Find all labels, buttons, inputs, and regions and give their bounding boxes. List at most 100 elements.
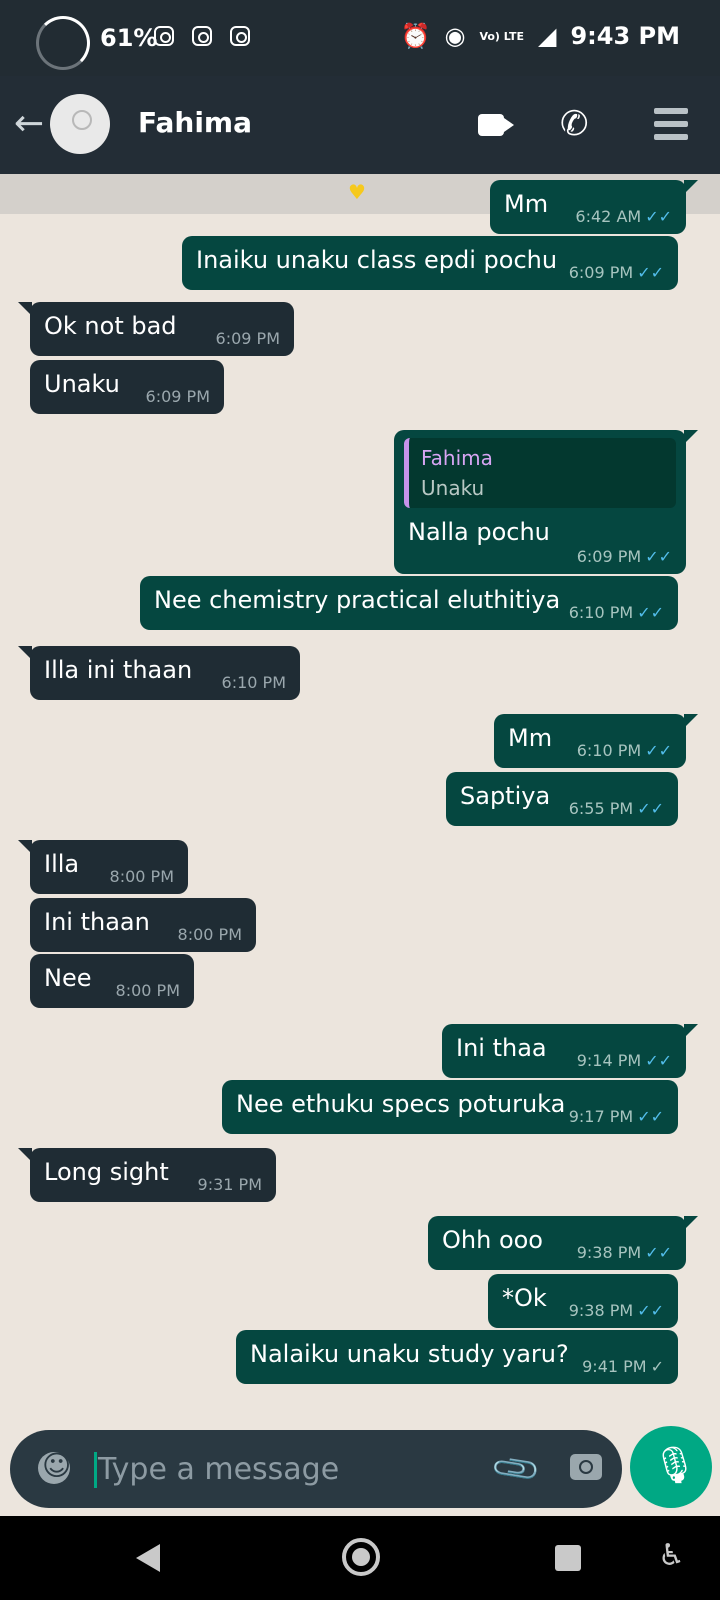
outgoing-message[interactable]: Fahima Unaku Nalla pochu 6:09 PM ✓✓	[394, 430, 698, 574]
outgoing-message[interactable]: Ohh ooo 9:38 PM ✓✓	[428, 1216, 698, 1270]
status-bar: 61% ⏰ ◉ Vo) LTE ◢ 9:43 PM	[0, 0, 720, 76]
outgoing-message[interactable]: Nee ethuku specs poturuka 9:17 PM ✓✓	[222, 1080, 678, 1134]
heart-icon: ♥	[348, 180, 366, 204]
incoming-message[interactable]: Illa 8:00 PM	[18, 840, 188, 894]
message-text: *Ok	[502, 1284, 547, 1312]
attach-icon[interactable]: 📎	[488, 1442, 543, 1497]
contact-name[interactable]: Fahima	[138, 106, 252, 139]
timestamp: 9:38 PM	[568, 1301, 634, 1320]
text-caret	[94, 1452, 97, 1488]
clock: 9:43 PM	[570, 22, 680, 50]
message-text: Nalla pochu	[408, 518, 550, 546]
message-time: 9:41 PM ✓	[582, 1357, 664, 1376]
timestamp: 6:09 PM	[576, 547, 642, 566]
nav-recents-button[interactable]	[555, 1545, 581, 1571]
message-text: Mm	[504, 190, 549, 218]
incoming-message[interactable]: Ok not bad 6:09 PM	[18, 302, 294, 356]
timestamp: 8:00 PM	[115, 981, 180, 1000]
timestamp: 6:10 PM	[568, 603, 634, 622]
timestamp: 6:10 PM	[576, 741, 642, 760]
nav-back-button[interactable]	[136, 1544, 160, 1572]
message-text: Ok not bad	[44, 312, 177, 340]
outgoing-message[interactable]: Saptiya 6:55 PM ✓✓	[446, 772, 678, 826]
message-time: 6:09 PM	[146, 387, 210, 406]
quoted-text: Unaku	[421, 476, 485, 500]
message-time: 9:31 PM	[198, 1175, 262, 1194]
chat-header: ← Fahima ✆	[0, 76, 720, 174]
message-time: 9:38 PM ✓✓	[577, 1243, 672, 1262]
incoming-message[interactable]: Illa ini thaan 6:10 PM	[18, 646, 300, 700]
video-call-icon[interactable]	[478, 114, 504, 136]
double-tick-icon: ✓✓	[645, 207, 672, 226]
message-text: Ini thaa	[456, 1034, 547, 1062]
single-tick-icon: ✓	[650, 1357, 664, 1376]
double-tick-icon: ✓✓	[637, 1107, 664, 1126]
double-tick-icon: ✓✓	[645, 741, 672, 760]
instagram-icon	[154, 26, 174, 46]
volte-indicator: Vo) LTE	[479, 29, 524, 43]
back-arrow-icon[interactable]: ←	[14, 106, 44, 142]
signal-icon: ◢	[538, 22, 557, 50]
double-tick-icon: ✓✓	[645, 1243, 672, 1262]
message-text: Long sight	[44, 1158, 169, 1186]
voice-call-icon[interactable]: ✆	[560, 104, 589, 144]
double-tick-icon: ✓✓	[645, 1051, 672, 1070]
menu-icon[interactable]	[654, 108, 688, 142]
message-time: 6:09 PM ✓✓	[569, 263, 664, 282]
incoming-message[interactable]: Nee 8:00 PM	[30, 954, 194, 1008]
message-text: Inaiku unaku class epdi pochu	[196, 246, 558, 274]
message-text: Nee ethuku specs poturuka	[236, 1090, 566, 1118]
timestamp: 8:00 PM	[177, 925, 242, 944]
accessibility-icon[interactable]: ♿	[658, 1538, 685, 1573]
message-text: Nee	[44, 964, 92, 992]
status-right: ⏰ ◉ Vo) LTE ◢ 9:43 PM	[401, 22, 680, 50]
message-text: Mm	[508, 724, 553, 752]
incoming-message[interactable]: Long sight 9:31 PM	[18, 1148, 276, 1202]
double-tick-icon: ✓✓	[645, 547, 672, 566]
incoming-message[interactable]: Ini thaan 8:00 PM	[30, 898, 256, 952]
incoming-message[interactable]: Unaku 6:09 PM	[30, 360, 224, 414]
hotspot-icon: ◉	[444, 22, 466, 50]
timestamp: 9:41 PM	[582, 1357, 647, 1376]
message-input[interactable]: Type a message	[98, 1452, 339, 1487]
message-text: Nee chemistry practical eluthitiya	[154, 586, 561, 614]
message-time: 6:55 PM ✓✓	[569, 799, 664, 818]
outgoing-message[interactable]: Inaiku unaku class epdi pochu 6:09 PM ✓✓	[182, 236, 678, 290]
outgoing-message[interactable]: Nee chemistry practical eluthitiya 6:10 P…	[140, 576, 678, 630]
timestamp: 9:31 PM	[197, 1175, 262, 1194]
outgoing-message[interactable]: *Ok 9:38 PM ✓✓	[488, 1274, 678, 1328]
mic-button[interactable]	[630, 1426, 712, 1508]
quoted-sender: Fahima	[421, 446, 493, 470]
chat-area: ♥ Mm 6:42 AM ✓✓ Inaiku unaku class epdi poc…	[0, 174, 720, 1426]
alarm-icon: ⏰	[400, 22, 431, 50]
avatar[interactable]	[50, 94, 110, 154]
battery-percent: 61%	[100, 24, 158, 52]
message-text: Ini thaan	[44, 908, 150, 936]
message-text: Nalaiku unaku study yaru?	[250, 1340, 569, 1368]
timestamp: 6:09 PM	[145, 387, 210, 406]
quoted-message[interactable]: Fahima Unaku	[404, 438, 676, 508]
double-tick-icon: ✓✓	[637, 799, 664, 818]
timestamp: 6:55 PM	[568, 799, 634, 818]
timestamp: 6:09 PM	[215, 329, 280, 348]
message-text: Ohh ooo	[442, 1226, 543, 1254]
emoji-icon[interactable]	[38, 1449, 71, 1484]
message-time: 8:00 PM	[178, 925, 242, 944]
message-time: 9:14 PM ✓✓	[577, 1051, 672, 1070]
message-time: 6:09 PM ✓✓	[577, 547, 672, 566]
instagram-icon	[230, 26, 250, 46]
message-text: Unaku	[44, 370, 120, 398]
message-text: Illa	[44, 850, 80, 878]
outgoing-message[interactable]: Ini thaa 9:14 PM ✓✓	[442, 1024, 698, 1078]
outgoing-message[interactable]: Mm 6:42 AM ✓✓	[490, 180, 698, 234]
input-area: Type a message 📎	[0, 1426, 720, 1516]
outgoing-message[interactable]: Nalaiku unaku study yaru? 9:41 PM ✓	[236, 1330, 678, 1384]
message-time: 6:10 PM ✓✓	[577, 741, 672, 760]
timestamp: 6:42 AM	[575, 207, 642, 226]
camera-icon[interactable]	[570, 1454, 602, 1480]
message-input-box[interactable]: Type a message 📎	[10, 1430, 622, 1508]
message-time: 9:17 PM ✓✓	[569, 1107, 664, 1126]
battery-ring-icon	[36, 16, 90, 70]
nav-home-button[interactable]	[342, 1538, 380, 1576]
outgoing-message[interactable]: Mm 6:10 PM ✓✓	[494, 714, 698, 768]
